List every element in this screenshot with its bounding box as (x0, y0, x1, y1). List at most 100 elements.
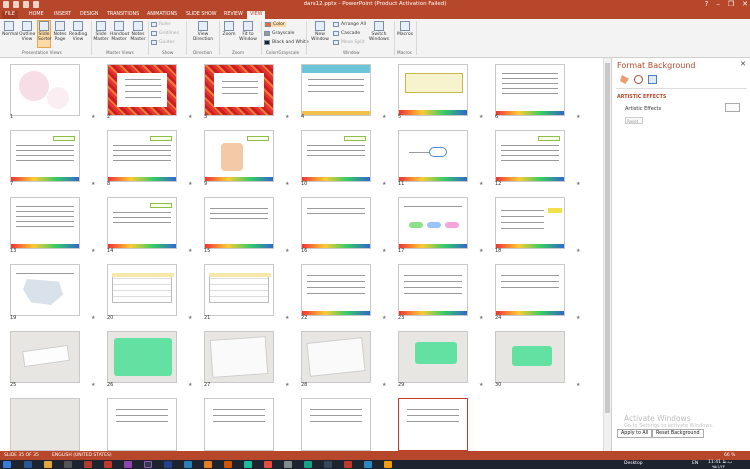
transition-star-icon[interactable]: ★ (576, 382, 580, 388)
transition-star-icon[interactable]: ★ (188, 248, 192, 254)
taskbar-app-icon[interactable] (64, 461, 72, 468)
slide-thumbnail-35[interactable] (398, 398, 468, 451)
transition-star-icon[interactable]: ★ (382, 248, 386, 254)
pane-close-icon[interactable]: ✕ (740, 60, 746, 68)
transition-star-icon[interactable]: ★ (382, 114, 386, 120)
slide-thumbnail-19[interactable] (10, 264, 80, 316)
taskbar-app-icon[interactable] (144, 461, 152, 468)
artistic-effects-dropdown[interactable] (725, 103, 740, 112)
tab-animations[interactable]: ANIMATIONS (144, 11, 180, 19)
slide-thumbnail-9[interactable] (204, 130, 274, 182)
transition-star-icon[interactable]: ★ (576, 248, 580, 254)
handout-master-button[interactable]: Handout Master (110, 21, 129, 42)
transition-star-icon[interactable]: ★ (285, 181, 289, 187)
transition-star-icon[interactable]: ★ (91, 114, 95, 120)
view-direction-button[interactable]: View Direction (191, 21, 215, 42)
transition-star-icon[interactable]: ★ (91, 382, 95, 388)
slide-thumbnail-26[interactable] (107, 331, 177, 383)
taskbar-app-icon[interactable] (224, 461, 232, 468)
black-white-button[interactable]: Black and White (264, 40, 309, 45)
slide-thumbnail-31[interactable] (10, 398, 80, 451)
scrollbar-thumb[interactable] (605, 63, 610, 413)
arrange-all-button[interactable]: Arrange All (333, 22, 366, 27)
transition-star-icon[interactable]: ★ (285, 315, 289, 321)
ruler-checkbox[interactable]: Ruler (151, 22, 171, 27)
taskbar-app-icon[interactable] (104, 461, 112, 468)
transition-star-icon[interactable]: ★ (479, 315, 483, 321)
taskbar-app-icon[interactable] (184, 461, 192, 468)
slide-thumbnail-11[interactable] (398, 130, 468, 182)
transition-star-icon[interactable]: ★ (285, 248, 289, 254)
cascade-button[interactable]: Cascade (333, 31, 360, 36)
apply-to-all-button[interactable]: Apply to All (617, 429, 653, 438)
transition-star-icon[interactable]: ★ (479, 248, 483, 254)
transition-star-icon[interactable]: ★ (382, 382, 386, 388)
slide-thumbnail-25[interactable] (10, 331, 80, 383)
taskbar-app-icon[interactable] (384, 461, 392, 468)
tab-view[interactable]: VIEW (247, 11, 266, 19)
color-button[interactable]: Color (264, 22, 286, 27)
taskbar-app-icon[interactable] (304, 461, 312, 468)
taskbar-app-icon[interactable] (44, 461, 52, 468)
move-split-button[interactable]: Move Split (333, 40, 364, 45)
tab-insert[interactable]: INSERT (51, 11, 74, 19)
new-window-button[interactable]: New Window (310, 21, 330, 42)
reading-view-button[interactable]: Reading View (69, 21, 87, 42)
transition-star-icon[interactable]: ★ (188, 114, 192, 120)
slide-thumbnail-3[interactable] (204, 64, 274, 116)
transition-star-icon[interactable]: ★ (479, 181, 483, 187)
slide-thumbnail-12[interactable] (495, 130, 565, 182)
transition-star-icon[interactable]: ★ (188, 315, 192, 321)
maximize-button[interactable]: ❐ (728, 0, 734, 8)
taskbar-app-icon[interactable] (264, 461, 272, 468)
transition-star-icon[interactable]: ★ (188, 382, 192, 388)
tab-file[interactable]: FILE (2, 11, 18, 19)
tab-transitions[interactable]: TRANSITIONS (104, 11, 142, 19)
picture-icon[interactable] (648, 75, 657, 84)
outline-view-button[interactable]: Outline View (19, 21, 35, 42)
gridlines-checkbox[interactable]: Gridlines (151, 31, 179, 36)
notes-page-button[interactable]: Notes Page (53, 21, 67, 42)
tab-home[interactable]: HOME (26, 11, 47, 19)
transition-star-icon[interactable]: ★ (91, 248, 95, 254)
slide-thumbnail-34[interactable] (301, 398, 371, 451)
effects-icon[interactable] (634, 75, 643, 84)
clock-date[interactable]: ۹۵/۱/۲۳ (712, 464, 725, 469)
transition-star-icon[interactable]: ★ (382, 181, 386, 187)
slide-thumbnail-27[interactable] (204, 331, 274, 383)
slide-thumbnail-7[interactable] (10, 130, 80, 182)
slide-sorter-button[interactable]: Slide Sorter (37, 20, 52, 48)
slide-thumbnail-14[interactable] (107, 197, 177, 249)
slide-thumbnail-10[interactable] (301, 130, 371, 182)
slide-thumbnail-16[interactable] (301, 197, 371, 249)
taskbar-app-icon[interactable] (284, 461, 292, 468)
desktop-toolbar[interactable]: Desktop (624, 461, 643, 466)
zoom-button[interactable]: Zoom (222, 21, 236, 37)
slide-thumbnail-23[interactable] (398, 264, 468, 316)
taskbar-app-icon[interactable] (344, 461, 352, 468)
taskbar-app-icon[interactable] (164, 461, 172, 468)
vertical-scrollbar[interactable] (603, 58, 611, 451)
taskbar-app-icon[interactable] (84, 461, 92, 468)
transition-star-icon[interactable]: ★ (382, 315, 386, 321)
slide-thumbnail-18[interactable] (495, 197, 565, 249)
guides-checkbox[interactable]: Guides (151, 40, 175, 45)
language-indicator[interactable]: ENGLISH (UNITED STATES) (52, 453, 112, 458)
slide-thumbnail-4[interactable] (301, 64, 371, 116)
slide-thumbnail-20[interactable] (107, 264, 177, 316)
zoom-level[interactable]: 66 % (724, 453, 735, 458)
slide-thumbnail-24[interactable] (495, 264, 565, 316)
taskbar-app-icon[interactable] (204, 461, 212, 468)
taskbar-app-icon[interactable] (324, 461, 332, 468)
transition-star-icon[interactable]: ★ (479, 114, 483, 120)
start-icon[interactable] (3, 461, 11, 468)
taskbar-app-icon[interactable] (244, 461, 252, 468)
fill-icon[interactable] (620, 75, 629, 84)
transition-star-icon[interactable]: ★ (188, 181, 192, 187)
slide-thumbnail-32[interactable] (107, 398, 177, 451)
slide-thumbnail-13[interactable] (10, 197, 80, 249)
switch-windows-button[interactable]: Switch Windows (368, 21, 390, 42)
minimize-button[interactable]: – (716, 0, 720, 8)
slide-thumbnail-28[interactable] (301, 331, 371, 383)
taskbar-app-icon[interactable] (24, 461, 32, 468)
